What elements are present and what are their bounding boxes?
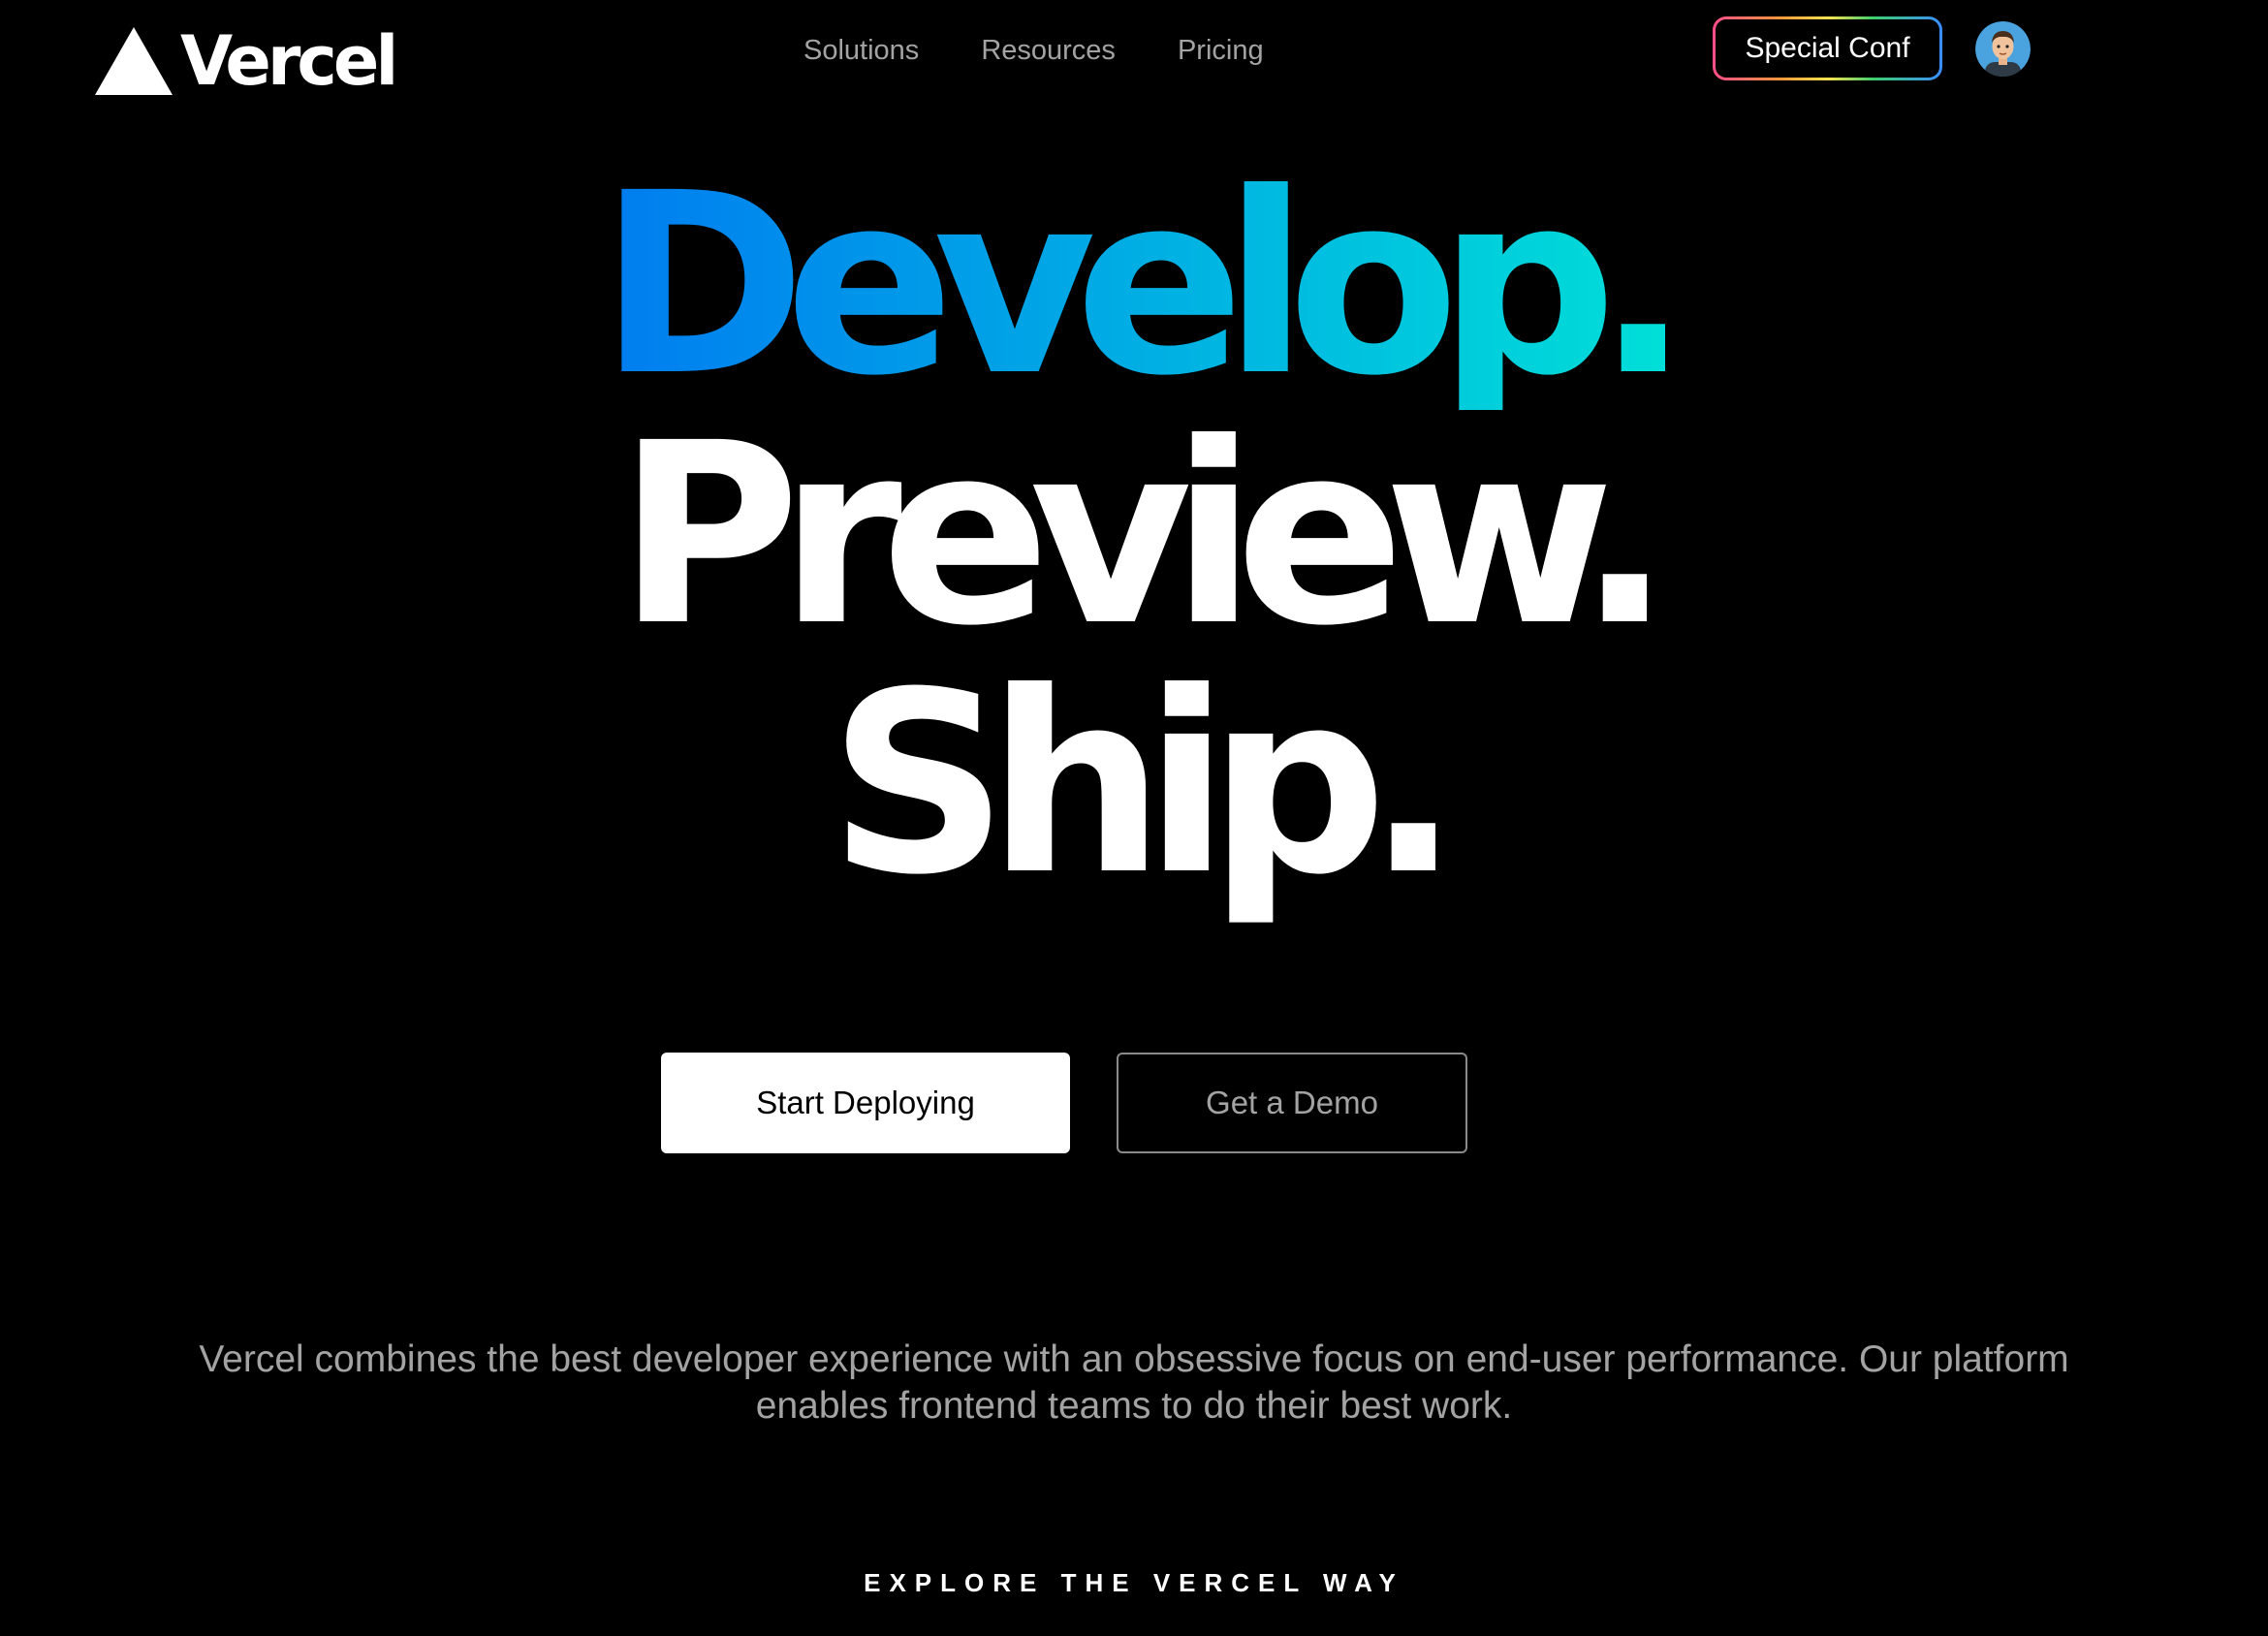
main-nav: Solutions Resources Pricing xyxy=(803,33,1264,68)
nav-item-resources[interactable]: Resources xyxy=(981,33,1116,68)
avatar-icon xyxy=(1975,21,2031,77)
hero-preview: Preview. xyxy=(0,410,2268,660)
hero-ship-text: Ship. xyxy=(828,639,1462,929)
page: Vercel Solutions Resources Pricing Speci… xyxy=(0,0,2268,1636)
special-conf-button[interactable]: Special Conf xyxy=(1713,16,1942,80)
nav-item-solutions[interactable]: Solutions xyxy=(803,33,919,68)
special-conf-label: Special Conf xyxy=(1716,19,1939,78)
hero-develop-text: Develop. xyxy=(598,140,1691,430)
hero-ship: Ship. xyxy=(0,659,2268,909)
vercel-triangle-icon xyxy=(95,27,173,95)
hero-develop: Develop. xyxy=(0,160,2268,410)
explore-label: EXPLORE THE VERCEL WAY xyxy=(864,1568,1404,1597)
start-deploying-button[interactable]: Start Deploying xyxy=(661,1053,1070,1153)
logo-text: Vercel xyxy=(180,21,398,101)
get-a-demo-button[interactable]: Get a Demo xyxy=(1117,1053,1467,1153)
user-avatar[interactable] xyxy=(1975,21,2031,77)
hero-description: Vercel combines the best developer exper… xyxy=(199,1338,2069,1427)
nav-item-pricing[interactable]: Pricing xyxy=(1178,33,1264,68)
vercel-logo[interactable]: Vercel xyxy=(95,21,398,101)
hero-preview-text: Preview. xyxy=(616,390,1673,680)
